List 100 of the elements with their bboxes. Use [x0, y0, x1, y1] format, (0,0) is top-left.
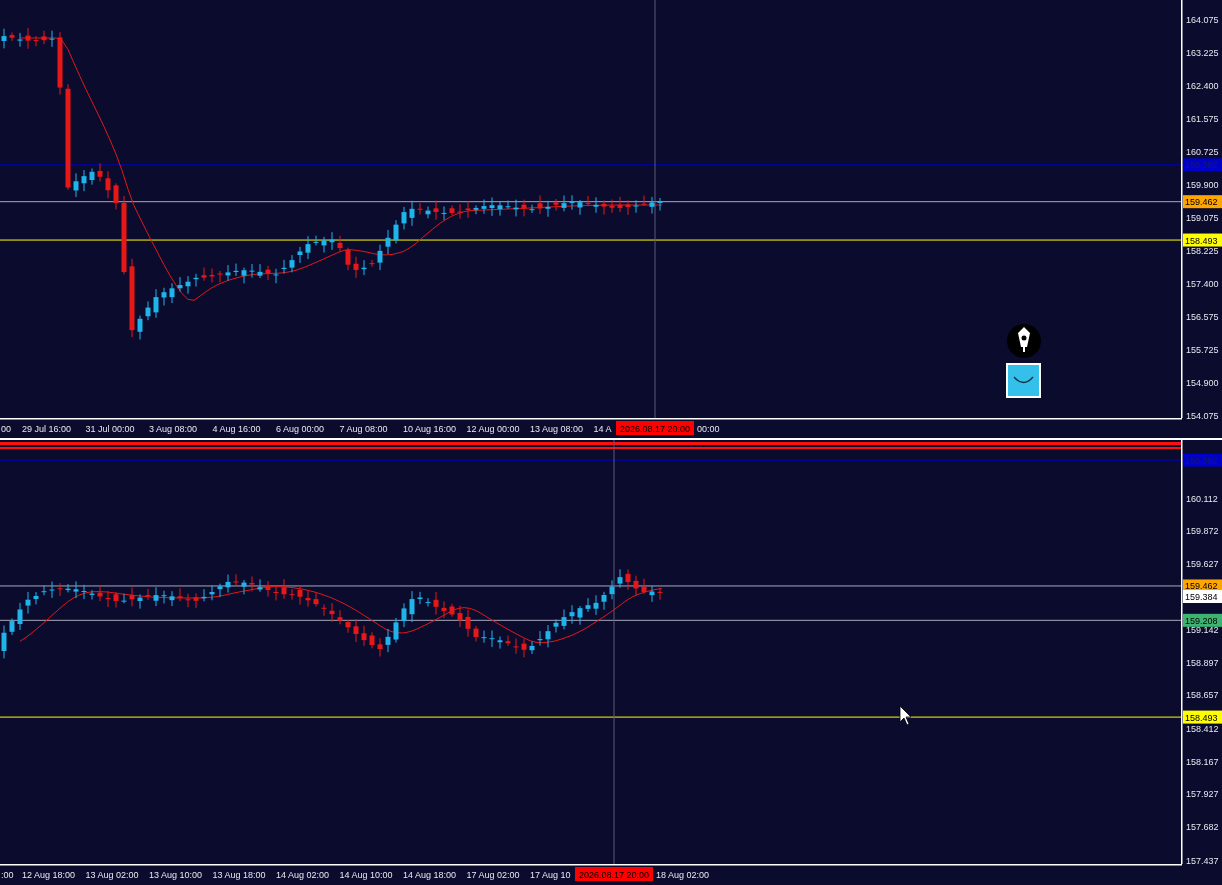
pen-nib-icon[interactable]: [1007, 324, 1041, 358]
candlestick: [649, 585, 655, 603]
candlestick: [345, 619, 351, 634]
price-tick-label: 158.225: [1186, 246, 1219, 257]
price-tick-label: 157.400: [1186, 278, 1219, 289]
candlestick: [481, 199, 487, 215]
candlestick: [113, 591, 119, 608]
candlestick: [177, 276, 183, 292]
candlestick: [617, 196, 623, 213]
price-tick-label: 157.437: [1186, 855, 1219, 866]
candlestick: [313, 592, 319, 608]
candlestick: [609, 579, 615, 600]
price-tick-label: 159.900: [1186, 179, 1219, 190]
candlestick: [441, 205, 447, 221]
candlestick: [361, 259, 367, 276]
candlestick: [177, 587, 183, 602]
price-tag: 160.392: [1183, 453, 1222, 467]
candlestick: [441, 600, 447, 619]
candlestick: [257, 263, 263, 279]
candlestick: [265, 580, 271, 598]
candlestick: [505, 200, 511, 210]
candlestick: [33, 591, 39, 605]
time-tick-label: 18 Aug 02:00: [656, 870, 710, 880]
time-tick-label: 6 Aug 00:00: [276, 424, 325, 434]
time-tick-label: 17 Aug 02:00: [466, 870, 520, 880]
price-tick-label: 163.225: [1186, 48, 1219, 59]
price-tick-label: 159.627: [1186, 559, 1219, 570]
candlestick: [465, 609, 471, 638]
candlestick: [601, 591, 607, 611]
price-tick-label: 154.900: [1186, 377, 1219, 388]
price-tick-label: 154.075: [1186, 410, 1219, 421]
candlestick: [569, 194, 575, 211]
candlestick: [113, 182, 119, 210]
time-tick-label: 00: [1, 424, 11, 434]
time-tick-label: 13 Aug 18:00: [212, 870, 266, 880]
candlestick: [209, 267, 215, 283]
candlestick: [81, 584, 87, 600]
price-tick-label: 160.725: [1186, 147, 1219, 158]
candlestick: [473, 204, 479, 215]
candlestick: [641, 195, 647, 207]
candlestick: [409, 200, 415, 227]
candlestick: [49, 581, 55, 599]
candlestick: [49, 30, 55, 48]
candlestick: [281, 578, 287, 600]
smile-icon[interactable]: [1006, 363, 1041, 398]
candlestick: [249, 575, 255, 592]
candlestick: [585, 597, 591, 613]
time-tick-label: 3 Aug 08:00: [149, 424, 198, 434]
time-tick-label: 10 Aug 16:00: [403, 424, 457, 434]
candlestick: [473, 625, 479, 642]
candlestick: [401, 602, 407, 628]
candlestick: [97, 584, 103, 602]
time-tick-label: 4 Aug 16:00: [212, 424, 261, 434]
candlestick: [353, 256, 359, 279]
time-tick-label: 12 Aug 00:00: [466, 424, 520, 434]
candlestick: [385, 229, 391, 255]
candlestick: [553, 618, 559, 633]
price-tick-label: 156.575: [1186, 311, 1219, 322]
candlestick: [657, 587, 663, 601]
time-tick-label: 29 Jul 16:00: [22, 424, 72, 434]
candlestick: [25, 591, 31, 615]
candlestick: [233, 263, 239, 277]
candlestick: [321, 603, 327, 617]
candlestick: [65, 583, 71, 593]
price-tick-label: 162.400: [1186, 80, 1219, 91]
candlestick: [17, 32, 23, 48]
candlestick: [97, 162, 103, 182]
candlestick: [209, 584, 215, 601]
candlestick: [433, 591, 439, 616]
candlestick: [385, 628, 391, 653]
candlestick: [425, 206, 431, 219]
candlestick: [249, 263, 255, 279]
price-tag: 159.462: [1183, 195, 1222, 209]
candlestick: [529, 204, 535, 214]
candlestick: [225, 574, 231, 594]
candlestick: [577, 605, 583, 626]
candlestick: [521, 638, 527, 658]
candlestick: [353, 618, 359, 643]
time-tick-label: 13 Aug 10:00: [149, 870, 203, 880]
candlestick: [217, 583, 223, 598]
price-tick-label: 160.112: [1186, 493, 1218, 504]
candlestick: [593, 196, 599, 214]
candlestick: [161, 287, 167, 306]
candlestick: [1, 28, 7, 49]
candlestick: [513, 637, 519, 655]
candlestick: [185, 593, 191, 608]
candlestick: [641, 578, 647, 595]
candlestick: [313, 235, 319, 246]
candlestick: [305, 589, 311, 608]
price-tick-label: 164.075: [1186, 14, 1219, 25]
candlestick: [369, 631, 375, 649]
candlestick: [537, 194, 543, 215]
time-tick-label: 13 Aug 08:00: [530, 424, 584, 434]
candlestick: [609, 199, 615, 214]
candlestick: [1, 624, 7, 659]
candlestick: [425, 597, 431, 607]
time-tick-label: 14 Aug 02:00: [276, 870, 330, 880]
price-tag: 158.493: [1183, 233, 1222, 247]
price-tick-label: 158.167: [1186, 756, 1219, 767]
candlestick: [233, 573, 239, 587]
